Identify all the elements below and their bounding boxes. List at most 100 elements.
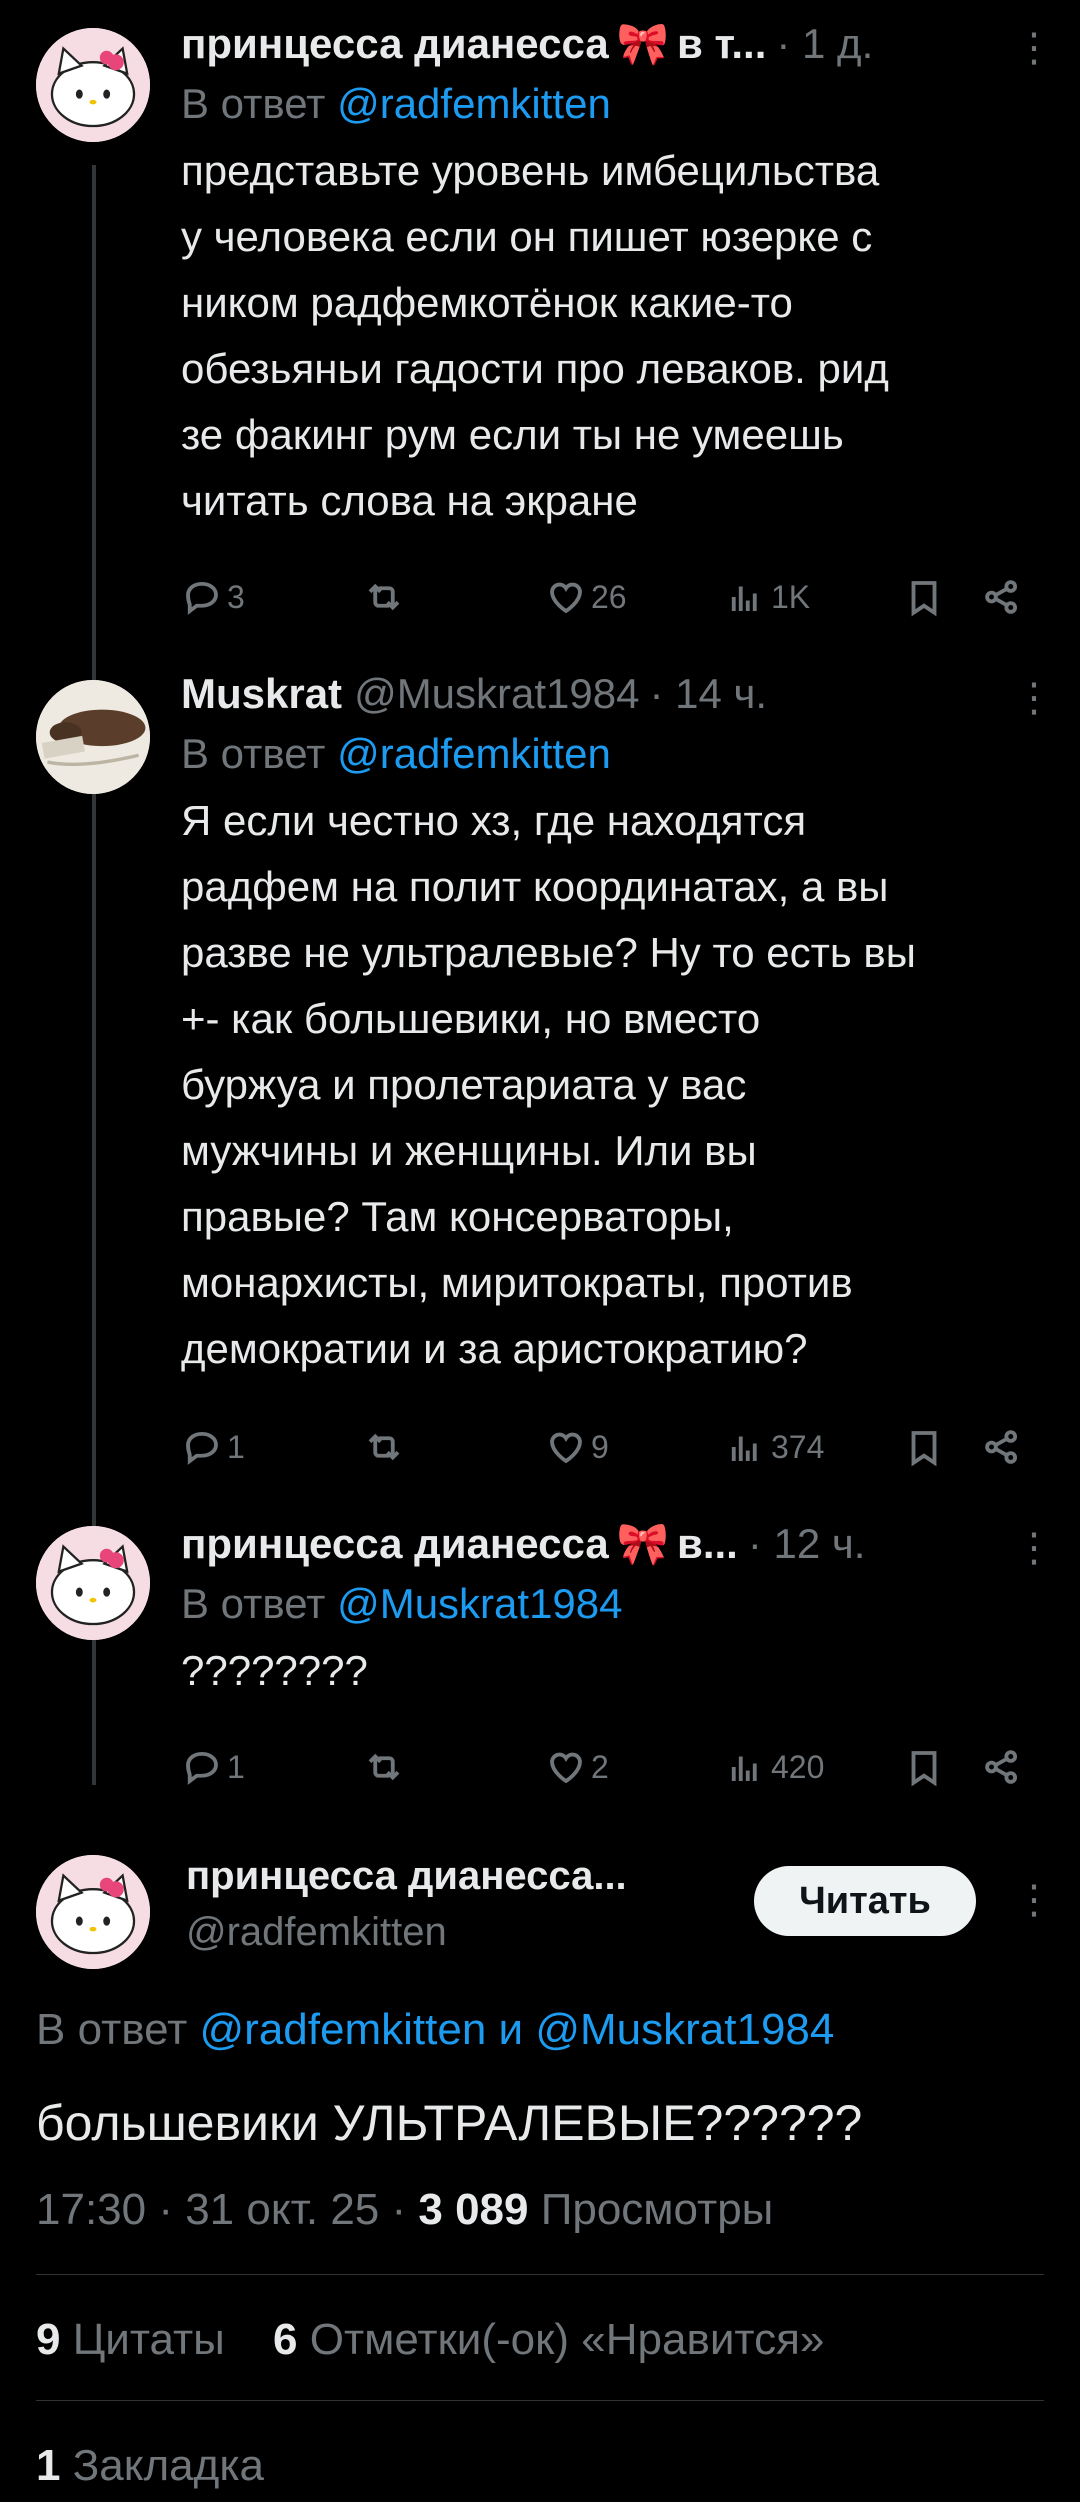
tweet-text-line: читать слова на экране xyxy=(181,477,638,524)
tweet-text-line: демократии и за аристократию? xyxy=(181,1325,808,1372)
avatar-muskrat[interactable] xyxy=(36,680,150,794)
share-button[interactable] xyxy=(981,576,1023,618)
author-name[interactable]: принцесса дианесса xyxy=(181,1518,609,1570)
author-handle[interactable]: @Muskrat1984 xyxy=(354,668,639,720)
tweet-header: принцесса дианесса 🎀 в... · 12 ч. xyxy=(181,1518,1041,1570)
tweet-time[interactable]: · 12 ч. xyxy=(748,1518,866,1570)
retweet-icon xyxy=(368,583,400,611)
tweet-text-line: зе факинг рум если ты не умеешь xyxy=(181,411,844,458)
main-author-handle[interactable]: @radfemkitten xyxy=(186,1904,627,1960)
bookmark-button[interactable] xyxy=(903,576,945,618)
tweet-actions: 1 9 374 xyxy=(181,1422,1041,1472)
author-name[interactable]: Muskrat xyxy=(181,668,342,720)
bookmarks-count: 1 xyxy=(36,2441,61,2490)
tweet-text-line: разве не ультралевые? Ну то есть вы xyxy=(181,929,916,976)
reply-icon xyxy=(186,581,218,615)
likes-stat[interactable]: 6 Отметки(-ок) «Нравится» xyxy=(273,2315,824,2364)
like-count: 2 xyxy=(591,1748,609,1785)
reply-mention[interactable]: @radfemkitten xyxy=(337,80,611,127)
retweet-icon xyxy=(368,1753,400,1781)
author-name[interactable]: принцесса дианесса xyxy=(181,18,609,70)
tweet-text-line: правые? Там консерваторы, xyxy=(181,1193,734,1240)
bookmark-button[interactable] xyxy=(903,1426,945,1468)
bow-emoji-icon: 🎀 xyxy=(616,20,669,67)
tweet-text-line: мужчины и женщины. Или вы xyxy=(181,1127,757,1174)
bookmarks-stat[interactable]: 1 Закладка xyxy=(36,2436,264,2496)
bookmark-icon xyxy=(911,1431,937,1467)
bow-emoji-icon: 🎀 xyxy=(616,1520,669,1567)
more-icon[interactable]: ⋮ xyxy=(1014,678,1054,718)
tweet-text: Я если честно хз, где находятся радфем н… xyxy=(181,788,1041,1382)
views-button[interactable]: 374 xyxy=(725,1426,824,1468)
reply-button[interactable]: 1 xyxy=(181,1746,245,1788)
reply-icon xyxy=(186,1431,218,1465)
tweet-text-line: буржуа и пролетариата у вас xyxy=(181,1061,747,1108)
share-button[interactable] xyxy=(981,1746,1023,1788)
quotes-label: Цитаты xyxy=(72,2315,225,2364)
retweet-icon xyxy=(368,1433,400,1461)
follow-button[interactable]: Читать xyxy=(754,1866,976,1936)
quotes-count: 9 xyxy=(36,2315,61,2364)
main-reply-to: В ответ @radfemkitten и @Muskrat1984 xyxy=(36,2000,834,2060)
share-icon xyxy=(985,1750,1018,1784)
hello-kitty-avatar-icon xyxy=(36,1855,150,1969)
views-icon xyxy=(731,586,757,611)
reply-count: 1 xyxy=(227,1428,245,1465)
reply-mention-1[interactable]: @radfemkitten xyxy=(200,2005,487,2054)
avatar-kitty[interactable] xyxy=(36,1526,150,1640)
author-name-suffix[interactable]: в т... xyxy=(677,18,766,70)
like-button[interactable]: 26 xyxy=(545,576,627,618)
retweet-button[interactable] xyxy=(363,576,405,618)
avatar-kitty[interactable] xyxy=(36,28,150,142)
muskrat-avatar-icon xyxy=(36,680,150,794)
share-icon xyxy=(985,580,1018,614)
main-meta: 17:30 · 31 окт. 25 · 3 089 Просмотры xyxy=(36,2180,773,2240)
tweet-time[interactable]: · 1 д. xyxy=(776,18,873,70)
more-icon[interactable]: ⋮ xyxy=(1014,1528,1054,1568)
views-button[interactable]: 1K xyxy=(725,576,810,618)
likes-label: Отметки(-ок) «Нравится» xyxy=(309,2315,825,2364)
main-author-name[interactable]: принцесса дианесса... xyxy=(186,1848,627,1904)
share-icon xyxy=(985,1430,1018,1464)
avatar-kitty-main[interactable] xyxy=(36,1855,150,1969)
tweet-text-line: ником радфемкотёнок какие-то xyxy=(181,279,793,326)
view-count: 420 xyxy=(771,1748,825,1785)
more-icon[interactable]: ⋮ xyxy=(1014,28,1054,68)
views-icon xyxy=(731,1436,757,1461)
views-icon xyxy=(731,1756,757,1781)
reply-prefix: В ответ xyxy=(36,2005,188,2054)
views-button[interactable]: 420 xyxy=(725,1746,824,1788)
more-icon[interactable]: ⋮ xyxy=(1014,1880,1054,1920)
reply-icon xyxy=(186,1751,218,1785)
heart-icon xyxy=(550,582,582,614)
reply-to: В ответ @radfemkitten xyxy=(181,726,1041,782)
like-button[interactable]: 9 xyxy=(545,1426,609,1468)
hello-kitty-avatar-icon xyxy=(36,1526,150,1640)
share-button[interactable] xyxy=(981,1426,1023,1468)
bookmark-icon xyxy=(911,1751,937,1787)
like-button[interactable]: 2 xyxy=(545,1746,609,1788)
reply-button[interactable]: 1 xyxy=(181,1426,245,1468)
tweet-text-line: ???????? xyxy=(181,1647,368,1694)
retweet-button[interactable] xyxy=(363,1426,405,1468)
retweet-button[interactable] xyxy=(363,1746,405,1788)
tweet-text: представьте уровень имбецильства у челов… xyxy=(181,138,1041,534)
tweet-text-line: +- как большевики, но вместо xyxy=(181,995,761,1042)
bookmark-button[interactable] xyxy=(903,1746,945,1788)
engagement-stats: 9 Цитаты 6 Отметки(-ок) «Нравится» xyxy=(36,2310,824,2370)
like-count: 9 xyxy=(591,1428,609,1465)
tweet-text-line: радфем на полит координатах, а вы xyxy=(181,863,889,910)
likes-count: 6 xyxy=(273,2315,298,2364)
tweet-text-line: Я если честно хз, где находятся xyxy=(181,797,807,844)
tweet-text-line: монархисты, миритократы, против xyxy=(181,1259,853,1306)
reply-mention-2[interactable]: @Muskrat1984 xyxy=(535,2005,834,2054)
reply-button[interactable]: 3 xyxy=(181,576,245,618)
quotes-stat[interactable]: 9 Цитаты xyxy=(36,2315,237,2364)
bookmarks-label: Закладка xyxy=(72,2441,265,2490)
reply-mention[interactable]: @radfemkitten xyxy=(337,730,611,777)
reply-to: В ответ @Muskrat1984 xyxy=(181,1576,1041,1632)
author-name-suffix[interactable]: в... xyxy=(677,1518,738,1570)
reply-mention[interactable]: @Muskrat1984 xyxy=(337,1580,622,1627)
main-time[interactable]: 17:30 · 31 окт. 25 · xyxy=(36,2185,406,2234)
tweet-time[interactable]: · 14 ч. xyxy=(650,668,768,720)
